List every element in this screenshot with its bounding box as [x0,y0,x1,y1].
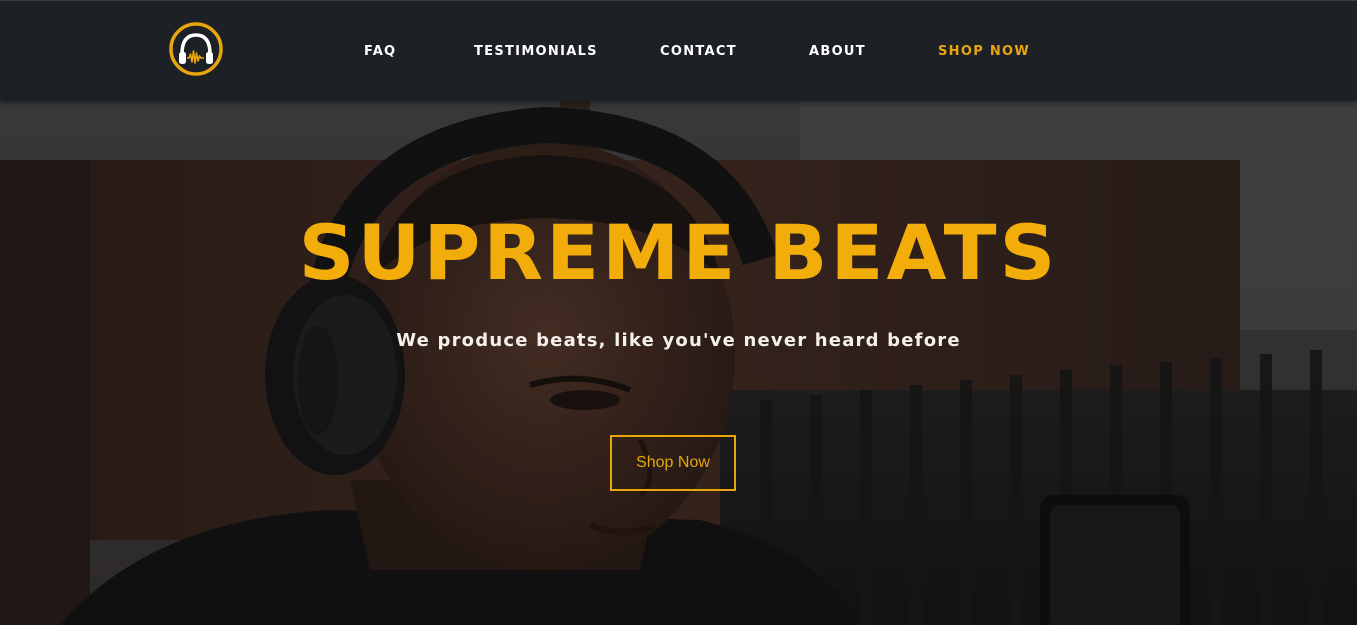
nav-link-about[interactable]: ABOUT [809,44,866,59]
navbar: FAQ TESTIMONIALS CONTACT ABOUT SHOP NOW [0,0,1357,101]
hero-subtitle: We produce beats, like you've never hear… [396,330,961,351]
headphones-logo-icon[interactable] [168,21,224,77]
landing-page: FAQ TESTIMONIALS CONTACT ABOUT SHOP NOW [0,0,1357,625]
nav-link-testimonials[interactable]: TESTIMONIALS [474,44,598,59]
hero-dark-overlay [0,100,1357,625]
shop-now-button[interactable]: Shop Now [610,435,736,491]
nav-link-contact[interactable]: CONTACT [660,44,737,59]
hero-title: SUPREME BEATS [298,208,1059,297]
hero-section: SUPREME BEATS We produce beats, like you… [0,100,1357,625]
nav-link-faq[interactable]: FAQ [364,44,396,59]
nav-link-shop-now[interactable]: SHOP NOW [938,44,1030,59]
